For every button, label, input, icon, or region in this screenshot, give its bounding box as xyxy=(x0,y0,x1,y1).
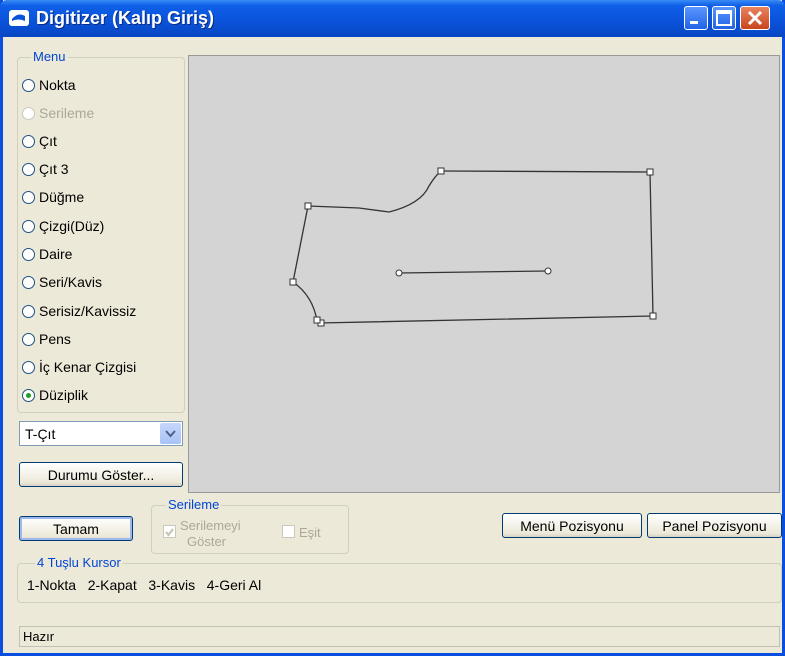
close-button[interactable] xyxy=(740,6,770,30)
esit-checkbox xyxy=(282,525,295,538)
radio-label: Çıt xyxy=(39,133,57,149)
durumu-goster-button[interactable]: Durumu Göster... xyxy=(19,462,183,487)
maximize-icon xyxy=(716,10,732,26)
radio-nokta[interactable]: Nokta xyxy=(22,74,76,96)
radio-pens[interactable]: Pens xyxy=(22,328,71,350)
cursor-group-label: 4 Tuşlu Kursor xyxy=(35,555,123,570)
serilemeyi-label: Serilemeyi xyxy=(180,518,241,533)
radio-circle[interactable] xyxy=(22,78,35,92)
radio-label: Çizgi(Düz) xyxy=(39,218,105,234)
radio-circle[interactable] xyxy=(22,247,35,261)
radio-label: Çıt 3 xyxy=(39,161,69,177)
radio-seri-kavis[interactable]: Seri/Kavis xyxy=(22,271,102,293)
radio-label: Seri/Kavis xyxy=(39,274,103,290)
radio-label: Düğme xyxy=(39,189,85,205)
menu-group-label: Menu xyxy=(31,49,68,64)
esit-label: Eşit xyxy=(299,525,321,540)
check-icon xyxy=(165,528,174,537)
radio-circle[interactable] xyxy=(22,388,35,402)
radio-label: Düziplik xyxy=(39,387,89,403)
type-select-value: T-Çıt xyxy=(25,426,56,442)
radio-circle[interactable] xyxy=(22,134,35,148)
window-title: Digitizer (Kalıp Giriş) xyxy=(36,8,215,28)
close-icon xyxy=(747,10,763,26)
radio-cit[interactable]: Çıt xyxy=(22,130,57,152)
tamam-button[interactable]: Tamam xyxy=(19,516,133,541)
radio-circle[interactable] xyxy=(22,162,35,176)
pattern-drawing[interactable] xyxy=(189,56,781,494)
radio-circle[interactable] xyxy=(22,219,35,233)
menu-pozisyonu-button[interactable]: Menü Pozisyonu xyxy=(502,513,642,538)
radio-serisiz-kavissiz[interactable]: Serisiz/Kavissiz xyxy=(22,300,136,322)
radio-circle[interactable] xyxy=(22,304,35,318)
minimize-icon xyxy=(690,21,698,24)
drawing-canvas[interactable] xyxy=(188,55,780,493)
title-bar[interactable]: Digitizer (Kalıp Giriş) xyxy=(0,0,785,37)
radio-circle[interactable] xyxy=(22,190,35,204)
app-icon xyxy=(9,10,29,26)
radio-label: Serileme xyxy=(39,105,95,121)
radio-label: İç Kenar Çizgisi xyxy=(39,359,137,375)
pattern-outline xyxy=(292,170,654,324)
chevron-down-icon[interactable] xyxy=(160,423,181,444)
radio-label: Serisiz/Kavissiz xyxy=(39,303,137,319)
radio-dugme[interactable]: Düğme xyxy=(22,186,84,208)
status-text: Hazır xyxy=(23,629,55,644)
radio-circle[interactable] xyxy=(22,360,35,374)
serileme-group-label: Serileme xyxy=(166,497,222,512)
serilemeyi-goster-checkbox xyxy=(163,525,176,538)
minimize-button[interactable] xyxy=(684,6,708,30)
radio-ic-kenar-cizgisi[interactable]: İç Kenar Çizgisi xyxy=(22,356,136,378)
radio-serileme: Serileme xyxy=(22,102,94,124)
type-select[interactable]: T-Çıt xyxy=(19,421,183,446)
radio-circle[interactable] xyxy=(22,332,35,346)
radio-label: Nokta xyxy=(39,77,76,93)
maximize-button[interactable] xyxy=(712,6,736,30)
panel-pozisyonu-button[interactable]: Panel Pozisyonu xyxy=(647,513,782,538)
radio-duziplik[interactable]: Düziplik xyxy=(22,384,88,406)
radio-cit-3[interactable]: Çıt 3 xyxy=(22,158,69,180)
status-bar: Hazır xyxy=(19,626,780,647)
pattern-points xyxy=(289,167,657,327)
radio-label: Daire xyxy=(39,246,73,262)
goster-label: Göster xyxy=(187,534,227,549)
radio-cizgi-duz[interactable]: Çizgi(Düz) xyxy=(22,215,104,237)
radio-circle xyxy=(22,106,35,120)
radio-circle[interactable] xyxy=(22,275,35,289)
radio-label: Pens xyxy=(39,331,71,347)
cursor-keys-text: 1-Nokta 2-Kapat 3-Kavis 4-Geri Al xyxy=(27,577,262,593)
radio-daire[interactable]: Daire xyxy=(22,243,72,265)
